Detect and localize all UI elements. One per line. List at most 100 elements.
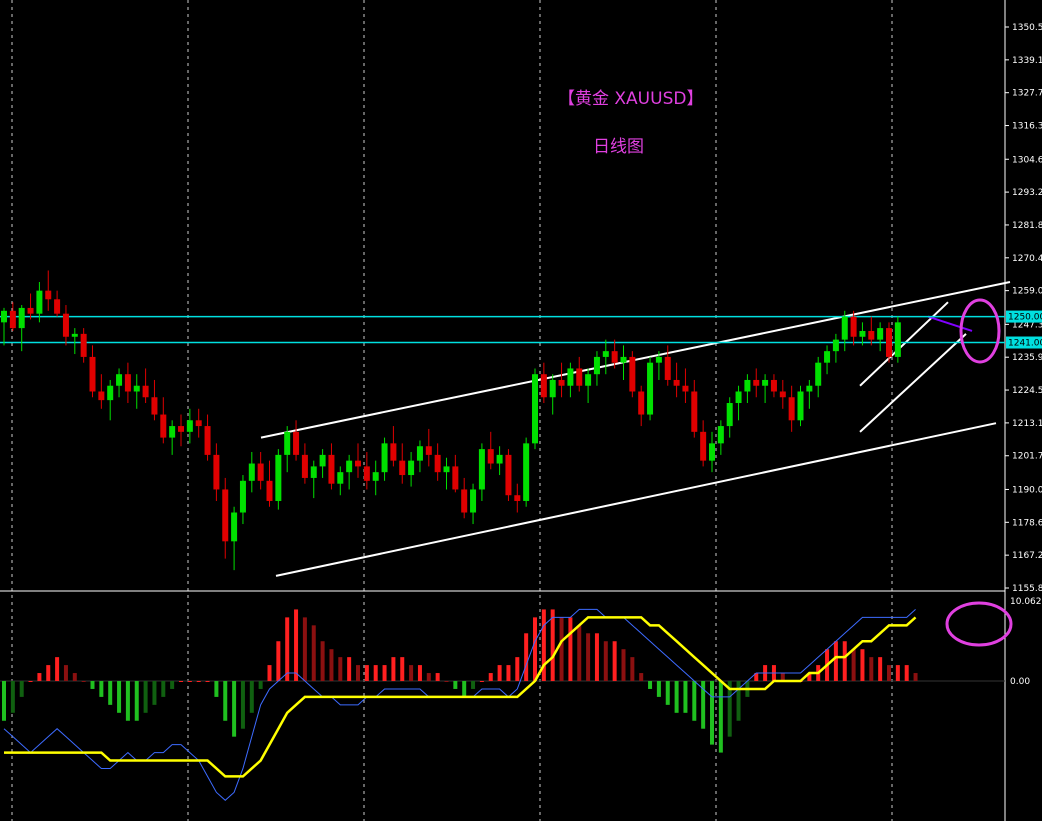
candle-body [62,313,69,337]
axis-tick-label: 1213.10 [1012,419,1042,429]
candle-body [629,356,636,392]
candle-body [850,316,857,337]
macd-bar [869,657,874,681]
macd-bar [249,681,254,713]
macd-bar [125,681,130,721]
macd-bar [19,681,24,697]
macd-bar [497,665,502,681]
highlight-circles [945,298,1013,647]
macd-bar [258,681,263,689]
candle-body [549,379,556,398]
candle-body [355,460,361,467]
candle-body [425,446,432,455]
axis-tick-label: 1293.20 [1012,188,1042,198]
macd-bar [409,665,414,681]
macd-bar [373,665,378,681]
candle-body [372,472,379,481]
candle-body [735,391,742,404]
macd-bar [46,665,51,681]
macd-bar [294,609,299,681]
candle-body [726,403,733,427]
macd-bar [683,681,688,713]
candle-body [487,449,494,464]
macd-bar [612,641,617,681]
macd-bar [152,681,157,705]
axis-tick-label: 1270.40 [1012,254,1042,264]
candle-body [841,316,848,340]
macd-bar [267,665,272,681]
candle-body [18,307,25,329]
price-axis: 1350.50 1339.10 1327.70 1316.30 1304.60 1293.… [1005,23,1042,687]
candle-body [638,391,645,415]
macd-bar [639,673,644,681]
candle-body [478,449,485,490]
candle-body [133,385,140,392]
candle-body [89,356,96,392]
macd-bar [842,641,847,681]
candle-body [169,426,176,438]
candle-body [558,379,565,386]
axis-tick-label: 1190.00 [1012,485,1042,495]
axis-tick-label: 1201.70 [1012,452,1042,462]
candle-body [319,454,326,467]
candle-body [222,489,229,542]
candle-body [673,379,680,386]
macd-bar [710,681,714,745]
candle-body [346,460,353,473]
candle-body [284,431,291,455]
candle-body [151,397,158,415]
macd-bar [205,681,210,682]
macd-line [3,608,916,801]
macd-bar [81,681,86,682]
macd-bar [90,681,95,689]
macd-bar [134,681,139,721]
candle-body [9,310,16,329]
candle-body [496,454,503,464]
candle-body [585,374,592,386]
macd-bar [426,673,431,681]
macd-bar [506,665,511,681]
candle-body [204,426,211,455]
price-highlight-circle [959,298,1001,364]
candle-body [266,480,273,501]
macd-bar [471,681,476,689]
candle-body [231,512,238,542]
candle-body [540,374,547,398]
candle-body [142,385,149,398]
candle-body [328,454,335,484]
candle-body [611,351,618,363]
candle-body [505,454,512,496]
axis-tick-label: 1167.20 [1012,551,1042,561]
candle-body [293,431,300,455]
macd-bar [240,681,245,729]
macd-bar [72,673,77,681]
macd-bar [108,681,113,705]
macd-bar [382,665,387,681]
candle-body [770,379,777,392]
consolidation-top-line [927,315,973,332]
macd-highlight-circle [945,601,1013,647]
candle-body [877,328,884,340]
macd-bar [541,609,546,681]
macd-bar [356,665,360,681]
macd-bar [718,681,723,753]
macd-bar [311,625,316,681]
macd-bar [400,657,405,681]
candle-body [788,397,795,421]
macd-bar [364,665,369,681]
candle-body [408,460,415,476]
axis-tick-label: 1339.10 [1012,56,1042,66]
macd-bar [99,681,104,697]
candle-body [567,368,574,386]
macd-bar [170,681,175,689]
macd-bar [338,657,343,681]
macd-bar [55,657,60,681]
candle-body [36,290,43,314]
candle-body [27,307,34,314]
macd-bar [648,681,653,689]
candle-body [779,391,786,398]
macd-bar [887,665,891,681]
candle-body [452,466,459,490]
macd-bar [603,641,608,681]
macd-bar [347,657,352,681]
